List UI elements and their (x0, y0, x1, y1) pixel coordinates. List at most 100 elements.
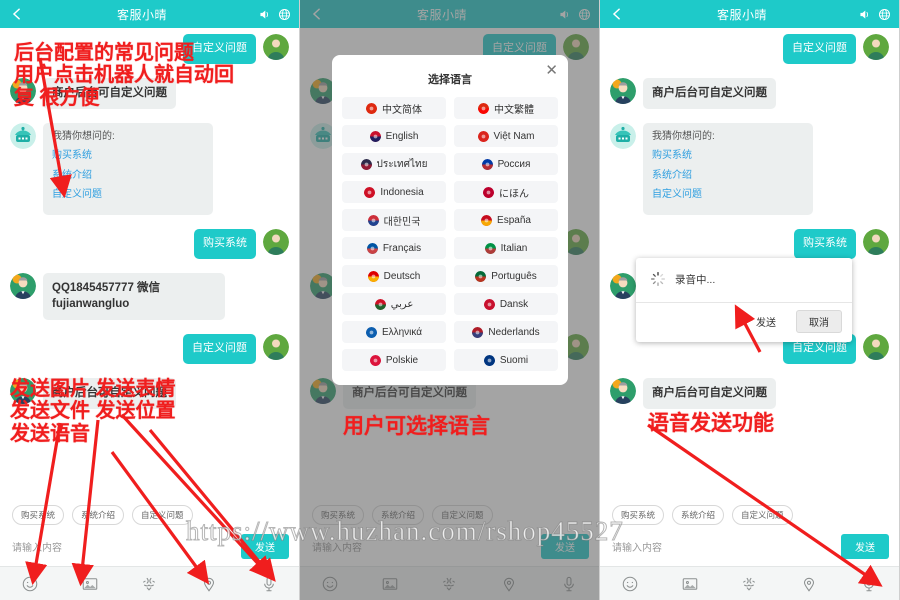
header-icons (258, 8, 291, 21)
language-option-label: Français (382, 242, 422, 254)
flag-tw-icon (478, 102, 489, 114)
language-option-11[interactable]: Italian (454, 237, 558, 259)
bot-link-0[interactable]: 购买系统 (52, 149, 204, 164)
flag-pt-icon (475, 270, 487, 282)
quick-chip-1[interactable]: 系统介绍 (672, 505, 725, 525)
language-option-1[interactable]: 中文繁體 (454, 97, 558, 119)
message-row-user: 购买系统 (10, 228, 289, 259)
microphone-icon[interactable] (860, 575, 878, 593)
language-option-4[interactable]: ประเทศไทย (342, 153, 446, 175)
message-row-agent: 商户后台可自定义问题 (10, 377, 289, 409)
location-icon[interactable] (200, 575, 218, 593)
language-option-7[interactable]: にほん (454, 181, 558, 203)
panel-voice-recording: 客服小晴 自定义问题 商户后台可自定义问题 我猜你想问的: 购买系统 系统介绍 … (600, 0, 900, 600)
image-icon[interactable] (681, 575, 699, 593)
flag-pl-icon (369, 354, 381, 366)
avatar-bot (610, 122, 636, 149)
language-option-2[interactable]: English (342, 125, 446, 147)
speaker-icon[interactable] (858, 8, 871, 21)
user-message-bubble: 购买系统 (794, 228, 856, 259)
message-row-agent: 商户后台可自定义问题 (610, 77, 889, 109)
speaker-icon[interactable] (258, 8, 271, 21)
language-option-10[interactable]: Français (342, 237, 446, 259)
avatar-user (263, 34, 289, 60)
bot-prompt-text: 我猜你想问的: (652, 130, 715, 142)
flag-gr-icon (365, 326, 377, 338)
language-option-label: Deutsch (383, 270, 421, 282)
message-row-agent: 商户后台可自定义问题 (10, 77, 289, 109)
bot-link-2[interactable]: 自定义问题 (52, 188, 204, 203)
language-option-label: Suomi (499, 354, 529, 366)
language-option-label: Italian (500, 242, 528, 254)
language-option-13[interactable]: Português (454, 265, 558, 287)
language-option-15[interactable]: Dansk (454, 293, 558, 315)
bot-suggestions-bubble: 我猜你想问的: 购买系统 系统介绍 自定义问题 (43, 122, 213, 215)
image-icon[interactable] (81, 575, 99, 593)
language-option-0[interactable]: 中文简体 (342, 97, 446, 119)
globe-icon[interactable] (878, 8, 891, 21)
smiley-icon[interactable] (621, 575, 639, 593)
language-option-3[interactable]: Việt Nam (454, 125, 558, 147)
quick-chip-0[interactable]: 购买系统 (12, 505, 65, 525)
language-option-9[interactable]: España (454, 209, 558, 231)
chevron-left-icon[interactable] (8, 5, 26, 23)
language-option-6[interactable]: Indonesia (342, 181, 446, 203)
recording-status-text: 录音中... (675, 273, 716, 286)
microphone-icon[interactable] (260, 575, 278, 593)
language-option-label: عربي (390, 298, 414, 310)
language-option-5[interactable]: Россия (454, 153, 558, 175)
flag-nl-icon (472, 326, 484, 338)
user-message-bubble: 自定义问题 (183, 333, 256, 364)
recording-cancel-button[interactable]: 取消 (796, 310, 842, 333)
language-option-8[interactable]: 대한민국 (342, 209, 446, 231)
send-button[interactable]: 发送 (241, 534, 289, 559)
flag-jp-icon (483, 186, 494, 198)
agent-message-bubble: 商户后台可自定义问题 (43, 77, 176, 109)
app-header: 客服小晴 (0, 0, 299, 28)
app-header: 客服小晴 (600, 0, 899, 28)
message-input[interactable]: 请输入内容 (612, 539, 841, 554)
file-icon[interactable] (140, 575, 158, 593)
bot-link-0[interactable]: 购买系统 (652, 149, 804, 164)
language-option-12[interactable]: Deutsch (342, 265, 446, 287)
flag-kr-icon (367, 214, 379, 226)
bot-link-2[interactable]: 自定义问题 (652, 188, 804, 203)
language-option-18[interactable]: Polskie (342, 349, 446, 371)
quick-chip-2[interactable]: 自定义问题 (732, 505, 793, 525)
language-option-16[interactable]: Ελληνικά (342, 321, 446, 343)
avatar-agent (10, 377, 36, 404)
quick-chip-1[interactable]: 系统介绍 (72, 505, 125, 525)
bot-link-1[interactable]: 系统介绍 (652, 169, 804, 184)
language-option-14[interactable]: عربي (342, 293, 446, 315)
language-option-19[interactable]: Suomi (454, 349, 558, 371)
panel-chat-overview: 客服小晴 自定义问题 商户后台可自定义问题 我猜你想问的: 购买系统 系统介绍 … (0, 0, 300, 600)
bot-prompt-text: 我猜你想问的: (52, 130, 115, 142)
agent-message-bubble: 商户后台可自定义问题 (43, 377, 176, 409)
file-icon[interactable] (740, 575, 758, 593)
chat-body: 自定义问题 商户后台可自定义问题 我猜你想问的: 购买系统 系统介绍 (0, 28, 299, 534)
recording-send-button[interactable]: 发送 (746, 311, 786, 332)
bot-suggestions-bubble: 我猜你想问的: 购买系统 系统介绍 自定义问题 (643, 122, 813, 215)
language-option-label: にほん (499, 188, 529, 200)
language-option-label: 中文简体 (382, 104, 422, 116)
globe-icon[interactable] (278, 8, 291, 21)
send-button[interactable]: 发送 (841, 534, 889, 559)
attachment-toolbar (0, 566, 299, 600)
quick-chip-0[interactable]: 购买系统 (612, 505, 665, 525)
flag-cn-icon (366, 102, 377, 114)
smiley-icon[interactable] (21, 575, 39, 593)
location-icon[interactable] (800, 575, 818, 593)
flag-dk-icon (483, 298, 495, 310)
close-icon[interactable]: ✕ (545, 63, 558, 78)
chevron-left-icon[interactable] (608, 5, 626, 23)
avatar-user (863, 34, 889, 60)
language-option-label: Indonesia (380, 186, 424, 198)
quick-chip-2[interactable]: 自定义问题 (132, 505, 193, 525)
language-option-label: España (497, 214, 531, 226)
avatar-agent (10, 77, 36, 104)
flag-fi-icon (483, 354, 495, 366)
language-option-label: Polskie (385, 354, 419, 366)
bot-link-1[interactable]: 系统介绍 (52, 169, 204, 184)
language-option-17[interactable]: Nederlands (454, 321, 558, 343)
message-input[interactable]: 请输入内容 (12, 539, 241, 554)
